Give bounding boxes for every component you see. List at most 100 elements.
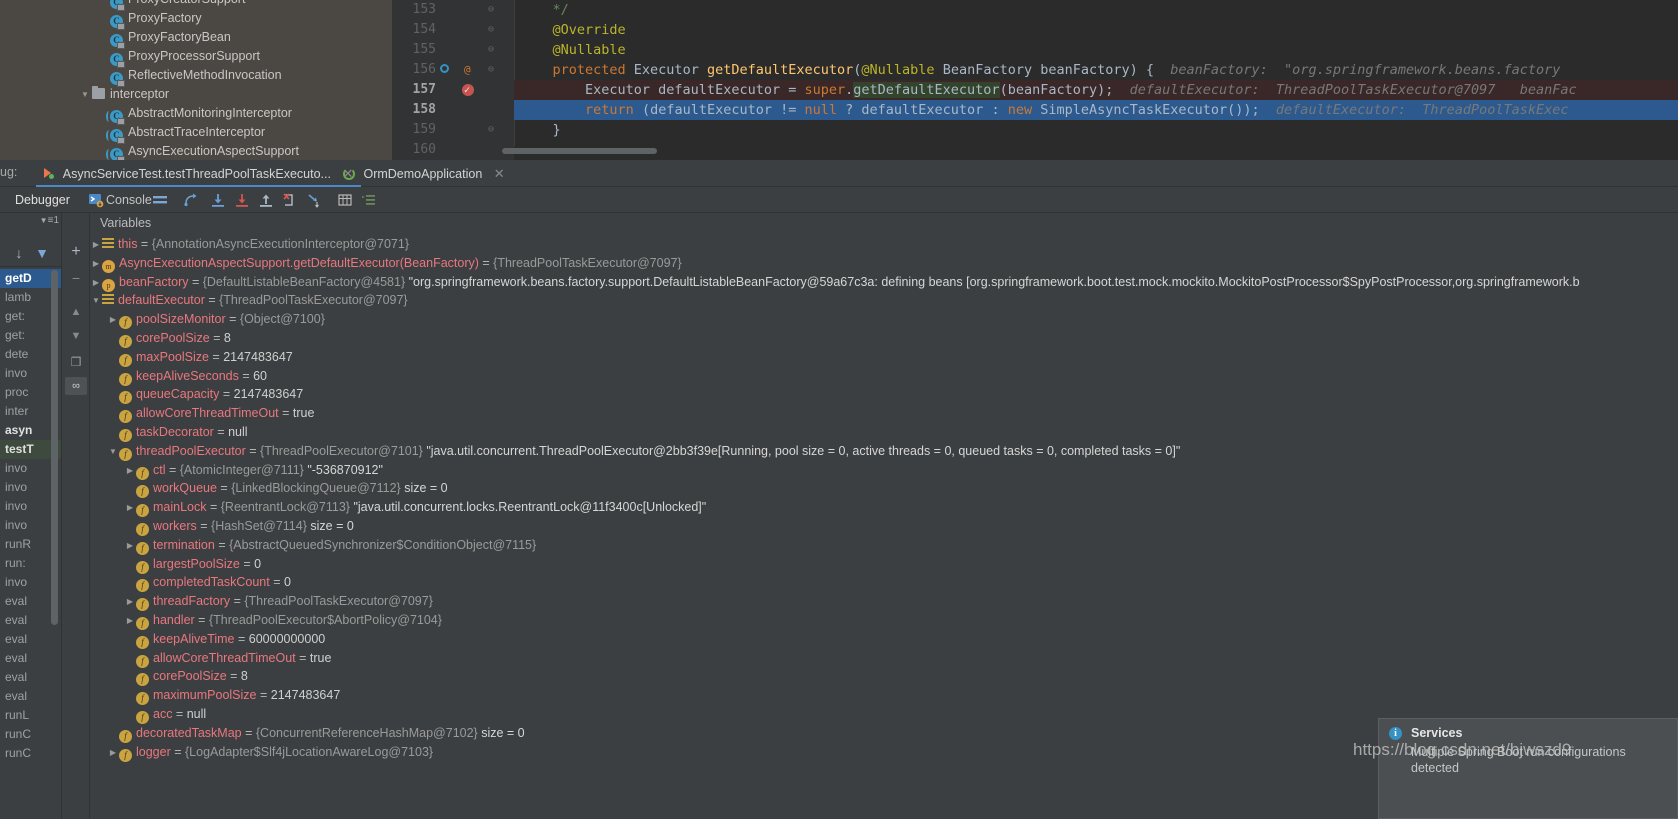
code-line[interactable]: 159 ⊖ } xyxy=(392,120,1678,140)
services-notification-balloon[interactable]: i Services Multiple Spring Boot run conf… xyxy=(1378,718,1678,819)
project-tree-item[interactable]: ▼ interceptor xyxy=(0,85,392,104)
close-icon-2[interactable]: ✕ xyxy=(494,166,505,181)
variable-row[interactable]: f taskDecorator = null xyxy=(90,423,1678,442)
project-tree-item-label: AbstractTraceInterceptor xyxy=(128,125,266,139)
chevron-down-icon[interactable]: ▼ xyxy=(90,292,102,311)
variable-row[interactable]: f corePoolSize = 8 xyxy=(90,329,1678,348)
frames-thread-selector[interactable]: ▼≡1 xyxy=(40,215,59,235)
project-tree-item[interactable]: C ReflectiveMethodInvocation xyxy=(0,66,392,87)
breakpoint-icon[interactable] xyxy=(462,81,474,101)
run-tab-async-service-test[interactable]: AsyncServiceTest.testThreadPoolTaskExecu… xyxy=(36,160,362,187)
tab-console[interactable]: Console xyxy=(106,191,152,209)
frame-list-item[interactable]: runC xyxy=(0,744,61,763)
variable-row[interactable]: f workQueue = {LinkedBlockingQueue@7112} … xyxy=(90,479,1678,499)
frame-list-item[interactable]: eval xyxy=(0,649,61,668)
frame-list-item[interactable]: eval xyxy=(0,687,61,706)
variable-name: largestPoolSize xyxy=(153,556,240,571)
show-execution-point-icon[interactable] xyxy=(361,192,377,208)
chevron-right-icon[interactable]: ▶ xyxy=(90,255,102,274)
evaluate-expression-icon[interactable] xyxy=(337,192,353,208)
variable-row[interactable]: ▶ m AsyncExecutionAspectSupport.getDefault… xyxy=(90,254,1678,273)
move-watch-down-button[interactable]: ▼ xyxy=(67,327,85,345)
project-tree-item[interactable]: C ProxyFactoryBean xyxy=(0,28,392,49)
project-tree-item[interactable]: CProxyCreatorSupport xyxy=(0,0,392,11)
variable-row[interactable]: f largestPoolSize = 0 xyxy=(90,555,1678,574)
chevron-right-icon[interactable]: ▶ xyxy=(107,744,119,763)
frames-scrollbar[interactable] xyxy=(51,270,58,625)
chevron-right-icon[interactable]: ▶ xyxy=(124,462,136,481)
code-line[interactable]: 154 ⊖ @Override xyxy=(392,20,1678,40)
variable-row[interactable]: f maxPoolSize = 2147483647 xyxy=(90,348,1678,367)
project-tree-item[interactable]: C ProxyFactory xyxy=(0,9,392,30)
fold-marker[interactable]: ⊖ xyxy=(488,40,494,60)
variable-row[interactable]: ▶ f threadFactory = {ThreadPoolTaskExecuto… xyxy=(90,592,1678,612)
variable-row[interactable]: ▶ p beanFactory = {DefaultListableBeanFact… xyxy=(90,273,1678,292)
variable-row[interactable]: f queueCapacity = 2147483647 xyxy=(90,385,1678,405)
code-line[interactable]: 158 return (defaultExecutor != null ? de… xyxy=(392,100,1678,120)
drop-frame-icon[interactable] xyxy=(282,192,298,208)
frames-panel[interactable]: ▼≡1 ↓ ▼ getD lamb get: get: dete invo proc inte… xyxy=(0,213,62,819)
code-line[interactable]: 155 ⊖ @Nullable xyxy=(392,40,1678,60)
variable-row[interactable]: f workers = {HashSet@7114} size = 0 xyxy=(90,517,1678,536)
chevron-down-icon[interactable]: ▼ xyxy=(78,85,92,104)
variable-row[interactable]: ▶ f termination = {AbstractQueuedSynchroni… xyxy=(90,536,1678,555)
chevron-right-icon[interactable]: ▶ xyxy=(107,311,119,330)
project-tree-panel[interactable]: CProxyCreatorSupportCProxyFactoryCProxyF… xyxy=(0,0,392,160)
filter-frames-icon[interactable]: ▼ xyxy=(33,244,51,262)
method-marker-icon[interactable] xyxy=(440,64,449,73)
fold-marker[interactable]: ⊖ xyxy=(488,0,494,20)
code-line[interactable]: 157 Executor defaultExecutor = super.get… xyxy=(392,80,1678,101)
remove-watch-button[interactable]: − xyxy=(67,269,85,287)
sort-frames-icon[interactable]: ↓ xyxy=(10,244,28,262)
code-line[interactable]: 156 ⊖ @ protected Executor getDefaultExecu… xyxy=(392,60,1678,80)
editor-horizontal-scrollbar[interactable] xyxy=(502,146,1662,155)
tab-debugger[interactable]: Debugger xyxy=(15,191,70,209)
step-into-icon[interactable] xyxy=(210,192,226,208)
chevron-right-icon[interactable]: ▶ xyxy=(124,537,136,556)
project-tree-item[interactable]: C ProxyProcessorSupport xyxy=(0,47,392,68)
variable-row[interactable]: ▼ defaultExecutor = {ThreadPoolTaskExecut… xyxy=(90,291,1678,310)
copy-value-button[interactable]: ❒ xyxy=(67,353,85,371)
frame-list-item[interactable]: runC xyxy=(0,725,61,744)
variable-row[interactable]: ▶ f handler = {ThreadPoolExecutor$AbortPol… xyxy=(90,611,1678,630)
variable-row[interactable]: f maximumPoolSize = 2147483647 xyxy=(90,686,1678,706)
layout-settings-icon[interactable] xyxy=(152,192,168,208)
fold-marker[interactable]: ⊖ xyxy=(488,60,494,80)
variable-row[interactable]: ▶ f mainLock = {ReentrantLock@7113} "java.… xyxy=(90,498,1678,518)
code-editor[interactable]: 153 ⊖ */ 154 ⊖ @Override 155 ⊖ @Nullable 156 ⊖ @… xyxy=(392,0,1678,160)
variable-row[interactable]: f keepAliveTime = 60000000000 xyxy=(90,630,1678,649)
variable-row[interactable]: f corePoolSize = 8 xyxy=(90,667,1678,687)
chevron-right-icon[interactable]: ▶ xyxy=(124,612,136,631)
frame-list-item[interactable]: eval xyxy=(0,668,61,687)
fold-marker[interactable]: ⊖ xyxy=(488,120,494,140)
variable-row[interactable]: ▼ f threadPoolExecutor = {ThreadPoolExecut… xyxy=(90,442,1678,461)
project-tree-item[interactable]: C AsyncExecutionAspectSupport xyxy=(0,142,392,160)
run-tab-orm-demo-application[interactable]: OrmDemoApplication ✕ xyxy=(335,160,513,187)
variable-row[interactable]: ▶ f ctl = {AtomicInteger@7111} "-536870912… xyxy=(90,461,1678,480)
chevron-right-icon[interactable]: ▶ xyxy=(90,236,102,255)
add-watch-button[interactable]: + xyxy=(67,243,85,261)
variable-row[interactable]: f allowCoreThreadTimeOut = true xyxy=(90,404,1678,424)
variable-row[interactable]: ▶ this = {AnnotationAsyncExecutionInterce… xyxy=(90,235,1678,254)
code-line[interactable]: 153 ⊖ */ xyxy=(392,0,1678,20)
inspect-button[interactable]: ∞ xyxy=(65,377,87,395)
move-watch-up-button[interactable]: ▲ xyxy=(67,303,85,321)
project-tree-item[interactable]: C AbstractMonitoringInterceptor xyxy=(0,104,392,125)
run-to-cursor-icon[interactable] xyxy=(306,192,322,208)
project-tree-item[interactable]: C AbstractTraceInterceptor xyxy=(0,123,392,144)
frame-list-item[interactable]: eval xyxy=(0,630,61,649)
force-step-into-icon[interactable] xyxy=(234,192,250,208)
step-out-icon[interactable] xyxy=(258,192,274,208)
fold-marker[interactable]: ⊖ xyxy=(488,20,494,40)
variable-row[interactable]: f allowCoreThreadTimeOut = true xyxy=(90,649,1678,668)
chevron-right-icon[interactable]: ▶ xyxy=(124,593,136,612)
chevron-right-icon[interactable]: ▶ xyxy=(124,499,136,518)
variable-row[interactable]: f completedTaskCount = 0 xyxy=(90,573,1678,593)
variable-type: {AbstractQueuedSynchronizer$ConditionObj… xyxy=(229,537,537,552)
step-over-icon[interactable] xyxy=(184,192,200,208)
variable-row[interactable]: ▶ f poolSizeMonitor = {Object@7100} xyxy=(90,310,1678,330)
variable-row[interactable]: f keepAliveSeconds = 60 xyxy=(90,367,1678,386)
chevron-right-icon[interactable]: ▶ xyxy=(90,274,102,293)
frame-list-item[interactable]: runL xyxy=(0,706,61,725)
chevron-down-icon[interactable]: ▼ xyxy=(107,443,119,462)
